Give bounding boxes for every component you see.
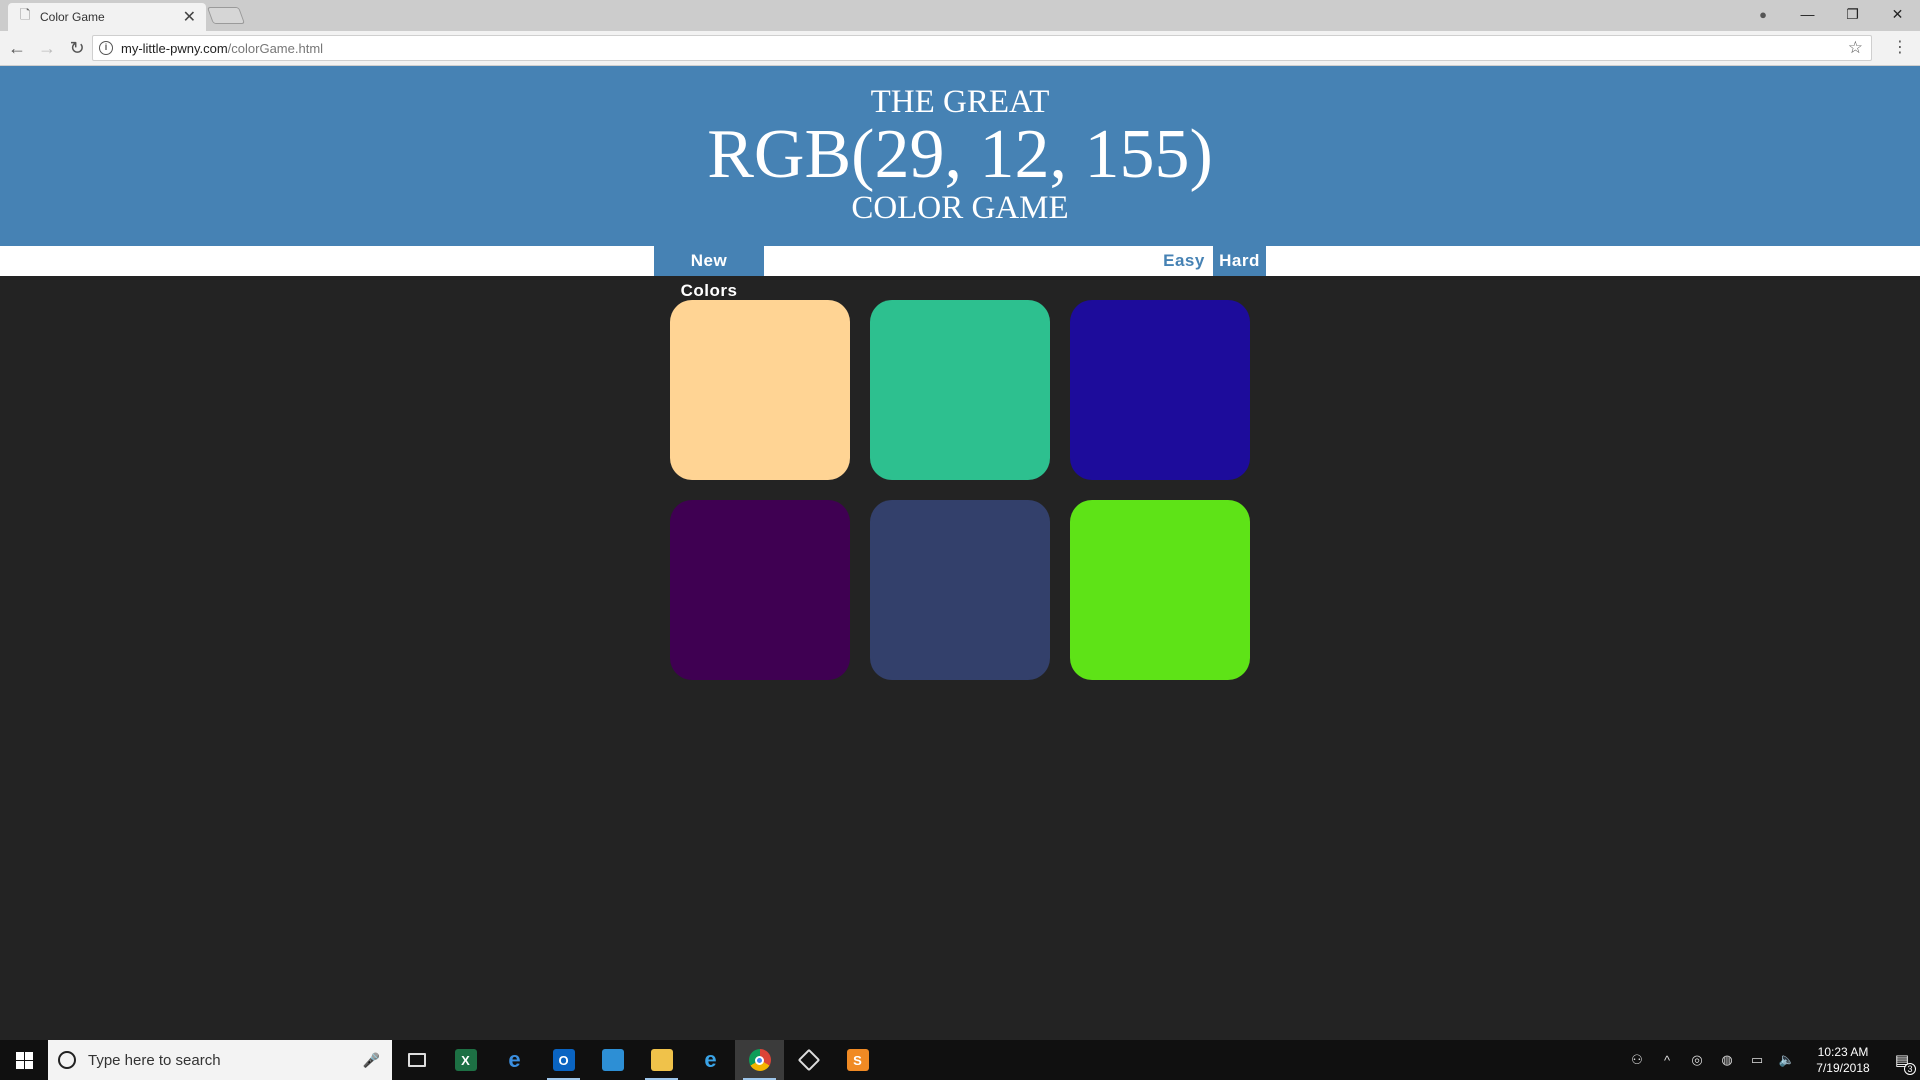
git-icon[interactable] bbox=[784, 1040, 833, 1080]
globe-icon[interactable]: ◍ bbox=[1712, 1052, 1742, 1068]
clock-date: 7/19/2018 bbox=[1816, 1061, 1870, 1075]
windows-taskbar: Type here to search 🎤 X e O e S ⚇ ^ ◎ ◍ … bbox=[0, 1040, 1920, 1080]
control-stripe: New Colors Easy Hard bbox=[0, 246, 1920, 300]
header-top-text: THE GREAT bbox=[870, 84, 1050, 120]
edge-icon[interactable]: e bbox=[490, 1040, 539, 1080]
chrome-icon[interactable] bbox=[735, 1040, 784, 1080]
start-button[interactable] bbox=[0, 1040, 48, 1080]
color-square-4[interactable] bbox=[670, 500, 850, 680]
taskbar-apps: X e O e S bbox=[392, 1040, 882, 1080]
new-tab-button[interactable] bbox=[206, 7, 246, 24]
excel-icon[interactable]: X bbox=[441, 1040, 490, 1080]
search-placeholder: Type here to search bbox=[88, 1051, 221, 1069]
close-window-button[interactable]: ✕ bbox=[1875, 6, 1920, 23]
task-view-icon[interactable] bbox=[392, 1040, 441, 1080]
outlook-icon[interactable]: O bbox=[539, 1040, 588, 1080]
browser-tabstrip: 🗋 Color Game ✕ ● — ❐ ✕ bbox=[0, 0, 1920, 31]
forward-arrow-icon[interactable]: → bbox=[34, 38, 60, 59]
tab-color-game[interactable]: 🗋 Color Game ✕ bbox=[8, 3, 206, 31]
system-tray: ⚇ ^ ◎ ◍ ▭ 🔈 10:23 AM 7/19/2018 ▤ 3 bbox=[1622, 1040, 1920, 1080]
minimize-button[interactable]: — bbox=[1785, 6, 1830, 22]
document-icon: 🗋 bbox=[20, 7, 31, 22]
tab-close-icon[interactable]: ✕ bbox=[183, 7, 196, 27]
profile-icon[interactable]: ● bbox=[1741, 7, 1785, 22]
page-content: THE GREAT RGB(29, 12, 155) COLOR GAME Ne… bbox=[0, 66, 1920, 1040]
color-square-3[interactable] bbox=[1070, 300, 1250, 480]
file-explorer-icon[interactable] bbox=[637, 1040, 686, 1080]
browser-menu-icon[interactable]: ⋮ bbox=[1892, 40, 1908, 56]
photos-icon[interactable] bbox=[588, 1040, 637, 1080]
url-path: /colorGame.html bbox=[227, 40, 324, 56]
volume-icon[interactable]: 🔈 bbox=[1772, 1052, 1802, 1068]
new-colors-button[interactable]: New Colors bbox=[654, 246, 764, 300]
sublime-text-icon[interactable]: S bbox=[833, 1040, 882, 1080]
address-bar[interactable]: i my-little-pwny.com/colorGame.html ☆ bbox=[92, 35, 1872, 61]
sync-icon[interactable]: ◎ bbox=[1682, 1052, 1712, 1068]
internet-explorer-icon[interactable]: e bbox=[686, 1040, 735, 1080]
people-icon[interactable]: ⚇ bbox=[1622, 1052, 1652, 1068]
color-square-2[interactable] bbox=[870, 300, 1050, 480]
windows-logo-icon bbox=[15, 1051, 33, 1069]
clock-time: 10:23 AM bbox=[1817, 1045, 1869, 1059]
taskbar-search[interactable]: Type here to search 🎤 bbox=[48, 1040, 392, 1080]
action-center-icon[interactable]: ▤ 3 bbox=[1884, 1051, 1920, 1075]
easy-mode-button[interactable]: Easy bbox=[1155, 246, 1213, 276]
tab-title: Color Game bbox=[40, 10, 105, 24]
color-square-6[interactable] bbox=[1070, 500, 1250, 680]
browser-toolbar: ← → ↻ i my-little-pwny.com/colorGame.htm… bbox=[0, 31, 1920, 66]
status-message bbox=[800, 246, 1100, 276]
reload-icon[interactable]: ↻ bbox=[64, 38, 90, 59]
cortana-icon bbox=[58, 1051, 76, 1069]
restore-button[interactable]: ❐ bbox=[1830, 6, 1875, 23]
header-bottom-text: COLOR GAME bbox=[851, 190, 1069, 226]
taskbar-clock[interactable]: 10:23 AM 7/19/2018 bbox=[1808, 1044, 1878, 1076]
hard-mode-button[interactable]: Hard bbox=[1213, 246, 1266, 276]
microphone-icon[interactable]: 🎤 bbox=[363, 1052, 380, 1069]
network-icon[interactable]: ▭ bbox=[1742, 1052, 1772, 1068]
game-header: THE GREAT RGB(29, 12, 155) COLOR GAME bbox=[0, 66, 1920, 246]
url-host: my-little-pwny.com bbox=[121, 40, 228, 56]
window-controls: ● — ❐ ✕ bbox=[1741, 0, 1920, 28]
show-hidden-icons-chevron[interactable]: ^ bbox=[1652, 1053, 1682, 1068]
notification-badge: 3 bbox=[1904, 1063, 1916, 1075]
color-square-5[interactable] bbox=[870, 500, 1050, 680]
info-icon[interactable]: i bbox=[99, 41, 113, 55]
bookmark-star-icon[interactable]: ☆ bbox=[1848, 38, 1863, 58]
color-square-1[interactable] bbox=[670, 300, 850, 480]
back-arrow-icon[interactable]: ← bbox=[4, 38, 30, 59]
color-display: RGB(29, 12, 155) bbox=[707, 116, 1213, 193]
